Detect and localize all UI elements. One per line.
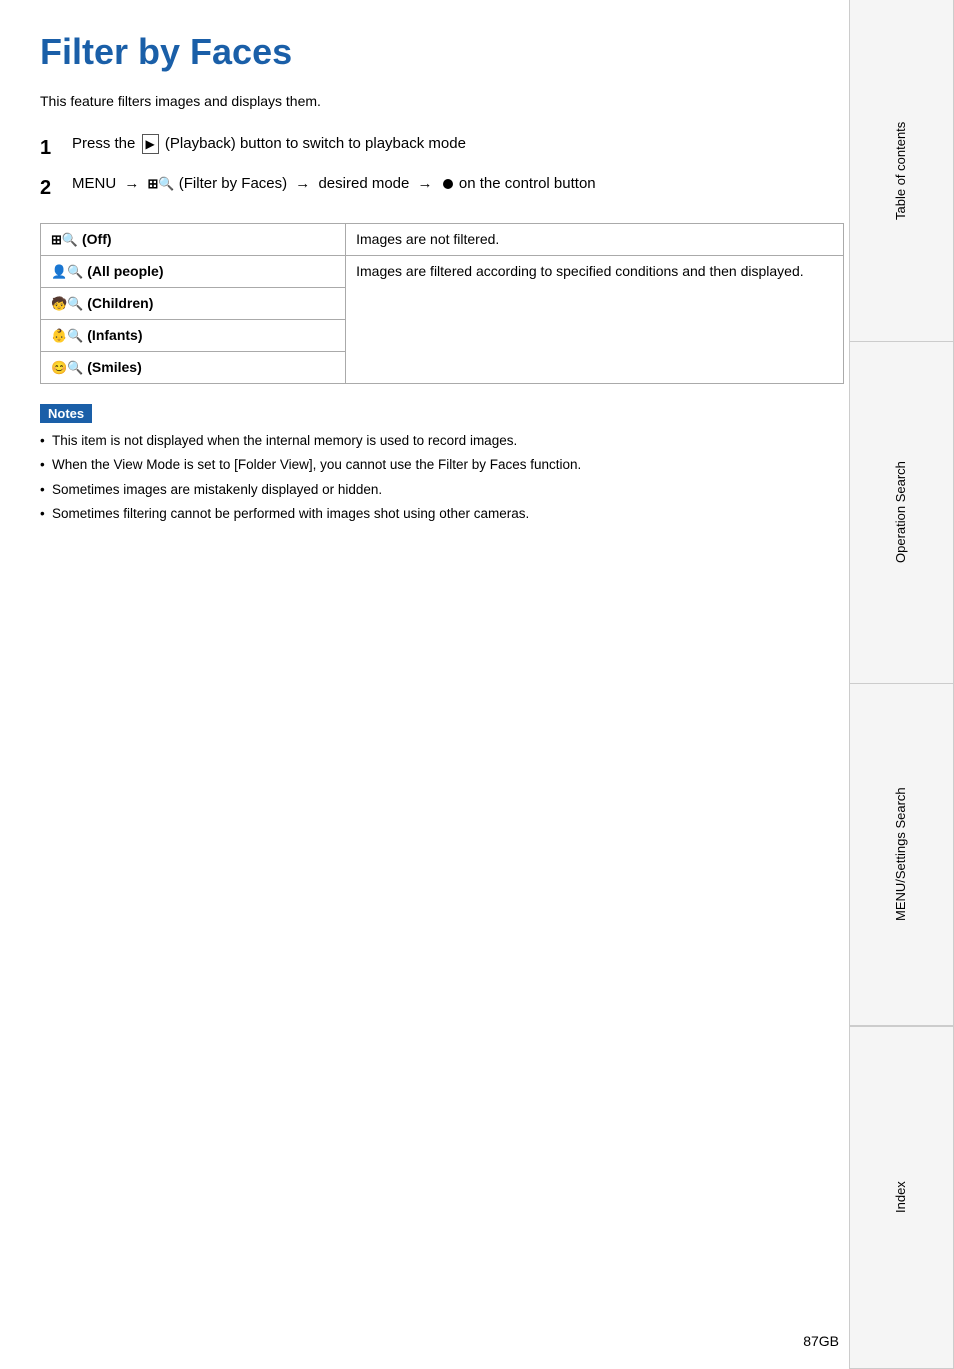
filter-faces-icon: ⊞🔍 [148,176,175,191]
sidebar-tab-menu[interactable]: MENU/Settings Search [849,684,954,1026]
off-icon: ⊞🔍 [51,232,78,247]
table-cell-desc: Images are not filtered. [346,224,844,256]
steps-section: 1 Press the ▶ (Playback) button to switc… [40,133,844,203]
arrow-icon-3: → [418,175,433,192]
arrow-icon: → [124,175,139,192]
table-row: ⊞🔍 (Off) Images are not filtered. [41,224,844,256]
circle-bullet [443,179,453,189]
filter-table: ⊞🔍 (Off) Images are not filtered. 👤🔍 (Al… [40,223,844,384]
table-cell-label: 😊🔍 (Smiles) [41,352,346,384]
all-people-icon: 👤🔍 [51,264,83,279]
intro-text: This feature filters images and displays… [40,93,844,109]
table-row: 👤🔍 (All people) Images are filtered acco… [41,256,844,288]
page-title: Filter by Faces [40,30,844,73]
sidebar: Table of contents Operation Search MENU/… [849,0,954,1369]
step-1-text: Press the ▶ (Playback) button to switch … [72,133,466,156]
table-cell-label: 👶🔍 (Infants) [41,320,346,352]
page-number: 87GB [803,1333,839,1349]
sidebar-tab-operation-label: Operation Search [893,462,910,564]
note-item: This item is not displayed when the inte… [40,431,844,451]
note-item: When the View Mode is set to [Folder Vie… [40,455,844,475]
table-cell-label: 👤🔍 (All people) [41,256,346,288]
notes-badge: Notes [40,404,92,423]
step-2-text: MENU → ⊞🔍 (Filter by Faces) → desired mo… [72,173,596,196]
children-icon: 🧒🔍 [51,296,83,311]
smiles-icon: 😊🔍 [51,360,83,375]
note-item: Sometimes images are mistakenly displaye… [40,480,844,500]
step-2: 2 MENU → ⊞🔍 (Filter by Faces) → desired … [40,173,844,203]
arrow-icon-2: → [295,175,310,192]
sidebar-tab-index-label: Index [893,1182,910,1214]
table-cell-label: ⊞🔍 (Off) [41,224,346,256]
step-1: 1 Press the ▶ (Playback) button to switc… [40,133,844,163]
sidebar-tab-operation[interactable]: Operation Search [849,342,954,684]
sidebar-tab-toc[interactable]: Table of contents [849,0,954,342]
notes-list: This item is not displayed when the inte… [40,431,844,524]
step-2-number: 2 [40,173,58,203]
table-cell-desc-shared: Images are filtered according to specifi… [346,256,844,384]
sidebar-tab-toc-label: Table of contents [893,121,910,219]
notes-section: Notes This item is not displayed when th… [40,404,844,524]
table-cell-label: 🧒🔍 (Children) [41,288,346,320]
note-item: Sometimes filtering cannot be performed … [40,504,844,524]
infants-icon: 👶🔍 [51,328,83,343]
sidebar-tab-index[interactable]: Index [849,1026,954,1369]
sidebar-tab-menu-label: MENU/Settings Search [893,788,910,922]
step-1-number: 1 [40,133,58,163]
main-content: Filter by Faces This feature filters ima… [40,0,844,568]
playback-icon: ▶ [142,134,159,154]
